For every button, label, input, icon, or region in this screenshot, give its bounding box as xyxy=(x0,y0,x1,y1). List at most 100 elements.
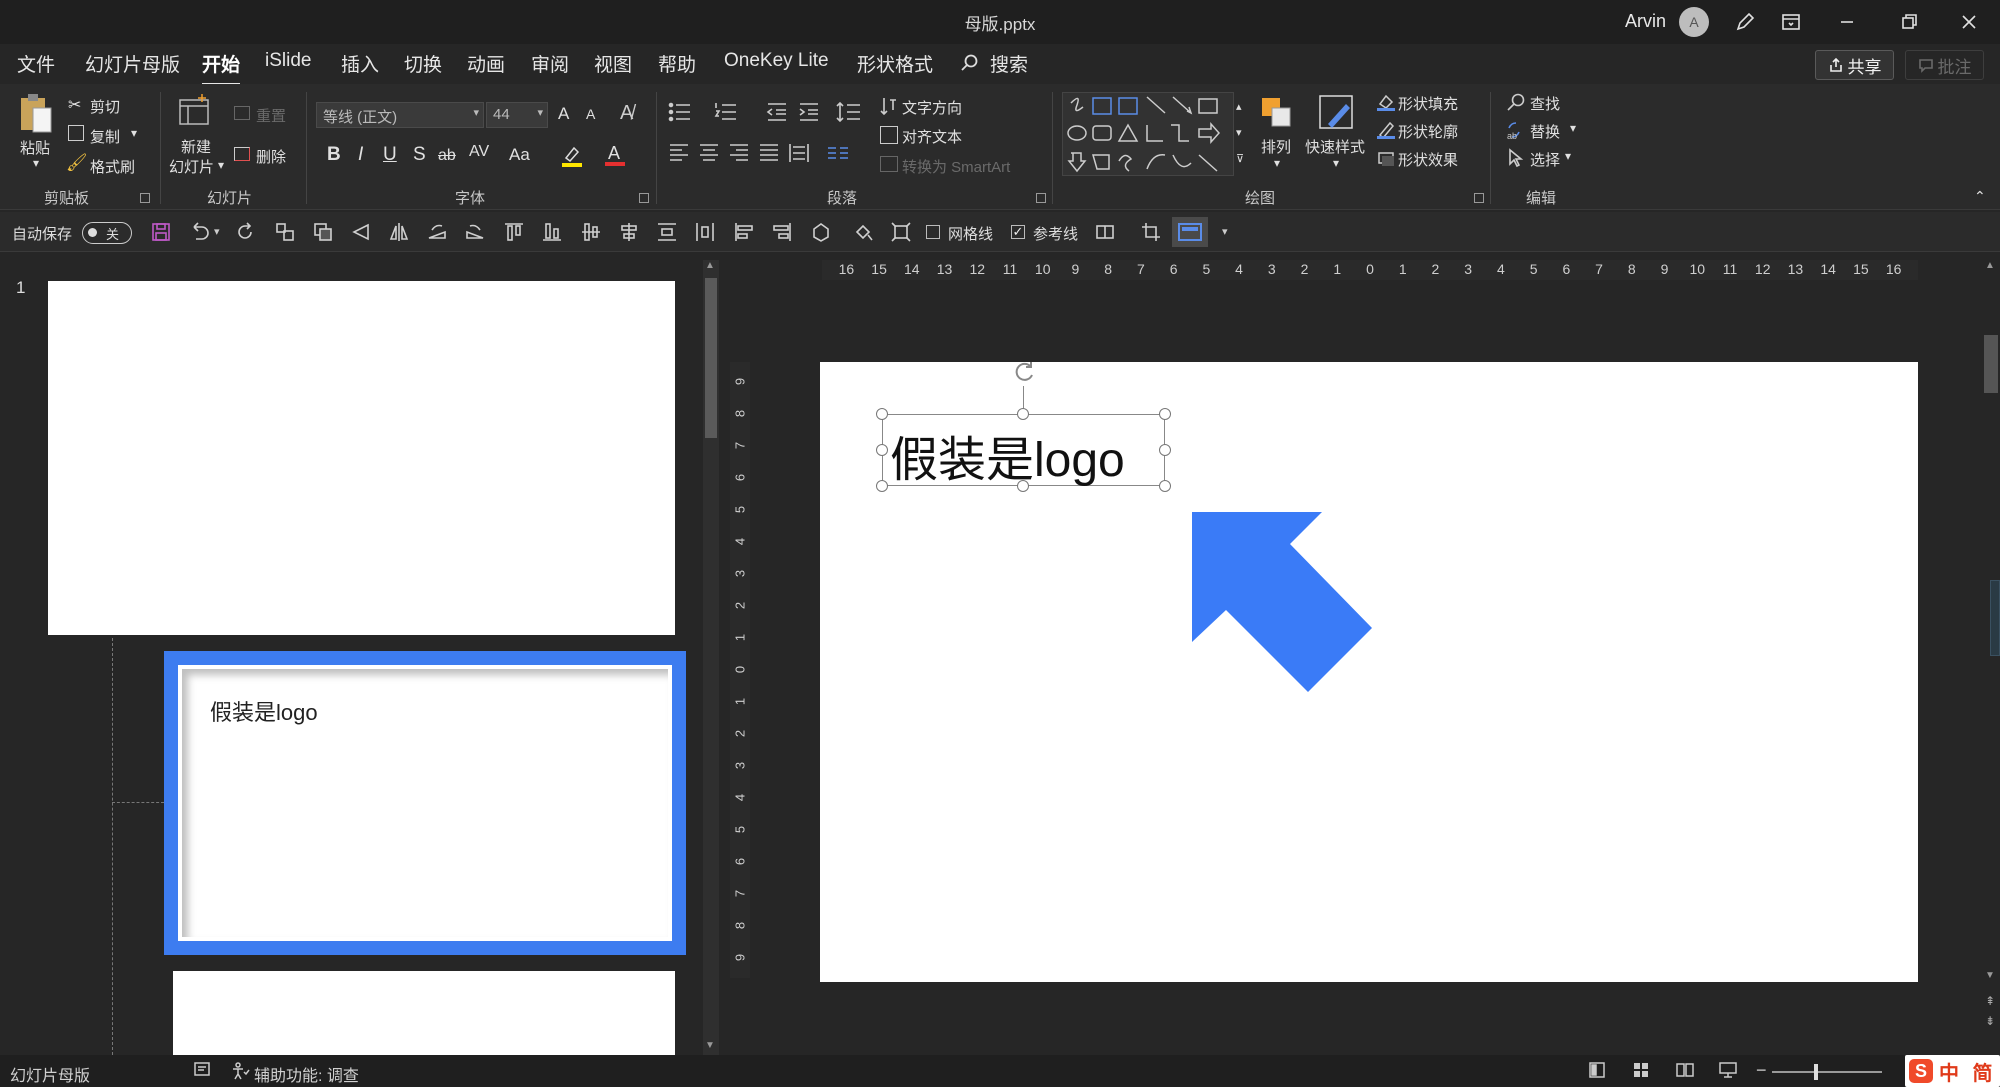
undo-icon[interactable] xyxy=(188,221,212,243)
tab-transitions[interactable]: 切换 xyxy=(404,50,442,77)
text-shadow-button[interactable]: S xyxy=(413,144,426,166)
columns-icon[interactable] xyxy=(826,144,854,167)
chevron-up-icon[interactable]: ▴ xyxy=(1236,100,1242,113)
bullets-icon[interactable] xyxy=(668,100,696,129)
crop-shape-icon[interactable] xyxy=(810,221,834,243)
chevron-down-icon[interactable]: ▾ xyxy=(214,225,220,238)
ime-indicator[interactable]: S 中 简 xyxy=(1905,1055,2000,1087)
crop-icon[interactable] xyxy=(1140,221,1164,243)
strikethrough-button[interactable]: ab xyxy=(438,147,456,165)
user-name[interactable]: Arvin xyxy=(1625,11,1666,32)
scroll-down-icon[interactable]: ▼ xyxy=(1985,970,1995,981)
new-slide-icon[interactable] xyxy=(176,92,214,130)
previous-slide-icon[interactable]: ⇞ xyxy=(1985,994,1995,1008)
more-shapes-icon[interactable]: ⊽ xyxy=(1236,152,1244,165)
gridlines-checkbox[interactable] xyxy=(926,225,940,239)
chevron-down-icon[interactable]: ▾ xyxy=(1236,126,1242,139)
copy-icon[interactable] xyxy=(68,125,84,141)
resize-handle-top-right[interactable] xyxy=(1159,408,1171,420)
align-left-icon[interactable] xyxy=(668,142,690,169)
resize-handle-top[interactable] xyxy=(1017,408,1029,420)
minimize-icon[interactable] xyxy=(1822,0,1872,44)
justify-icon[interactable] xyxy=(758,142,780,169)
chevron-down-icon[interactable]: ▾ xyxy=(33,156,39,170)
comment-button[interactable]: 批注 xyxy=(1905,50,1984,80)
rotate-left-icon[interactable] xyxy=(426,221,450,243)
cut-button[interactable]: 剪切 xyxy=(90,96,120,117)
find-button[interactable]: 查找 xyxy=(1530,93,1560,114)
font-name-combo[interactable]: 等线 (正文) ▾ xyxy=(316,102,484,128)
resize-handle-bottom-right[interactable] xyxy=(1159,480,1171,492)
align-center-horizontal-icon[interactable] xyxy=(618,221,642,243)
avatar[interactable]: A xyxy=(1679,7,1709,37)
clear-formatting-icon[interactable]: A̸ xyxy=(620,102,633,125)
align-middle-icon[interactable] xyxy=(580,221,604,243)
align-text-icon[interactable] xyxy=(880,126,898,144)
line-spacing-icon[interactable] xyxy=(836,100,864,129)
dialog-launcher-icon[interactable] xyxy=(639,193,649,203)
quick-styles-icon[interactable] xyxy=(1316,92,1358,134)
align-top-icon[interactable] xyxy=(503,221,527,243)
tab-insert[interactable]: 插入 xyxy=(341,50,379,77)
share-button[interactable]: 共享 xyxy=(1815,50,1894,80)
fill-icon[interactable] xyxy=(1376,92,1396,112)
align-right-objects-icon[interactable] xyxy=(771,221,795,243)
split-view-icon[interactable] xyxy=(1094,221,1118,243)
font-size-combo[interactable]: 44 ▾ xyxy=(486,102,548,128)
text-direction-button[interactable]: 文字方向 xyxy=(902,97,962,118)
tab-animations[interactable]: 动画 xyxy=(467,50,505,77)
dialog-launcher-icon[interactable] xyxy=(1036,193,1046,203)
chevron-down-icon[interactable]: ▾ xyxy=(1565,149,1571,163)
paste-icon[interactable] xyxy=(17,92,55,136)
rotate-right-icon[interactable] xyxy=(464,221,488,243)
numbering-icon[interactable] xyxy=(714,100,742,129)
shape-effects-button[interactable]: 形状效果 xyxy=(1398,149,1458,170)
restore-icon[interactable] xyxy=(1884,0,1934,44)
underline-button[interactable]: U xyxy=(383,144,397,166)
change-case-button[interactable]: Aa xyxy=(509,145,530,165)
thumbnail-master-slide[interactable] xyxy=(48,281,675,635)
resize-handle-right[interactable] xyxy=(1159,444,1171,456)
chevron-down-icon[interactable]: ▾ xyxy=(473,106,479,119)
new-slide-label-2[interactable]: 幻灯片 xyxy=(169,156,214,177)
scroll-up-icon[interactable]: ▲ xyxy=(705,260,715,271)
scroll-down-icon[interactable]: ▼ xyxy=(705,1040,715,1051)
shape-fill-button[interactable]: 形状填充 xyxy=(1398,93,1458,114)
outline-icon[interactable] xyxy=(1376,120,1396,140)
quick-styles-button[interactable]: 快速样式 xyxy=(1305,136,1365,157)
thumbnail-layout-next[interactable] xyxy=(173,971,675,1055)
chevron-down-icon[interactable]: ▾ xyxy=(131,126,137,140)
replace-button[interactable]: 替换 xyxy=(1530,121,1560,142)
align-right-icon[interactable] xyxy=(728,142,750,169)
ribbon-display-icon[interactable] xyxy=(1766,0,1816,44)
reading-view-icon[interactable] xyxy=(1675,1061,1695,1084)
next-slide-icon[interactable]: ⇟ xyxy=(1985,1014,1995,1028)
align-text-button[interactable]: 对齐文本 xyxy=(902,126,962,147)
tab-shape-format[interactable]: 形状格式 xyxy=(857,50,933,77)
font-color-icon[interactable]: A xyxy=(604,142,626,168)
group-objects-icon[interactable] xyxy=(274,221,298,243)
fill-bucket-icon[interactable] xyxy=(852,221,876,243)
format-painter-button[interactable]: 格式刷 xyxy=(90,156,135,177)
grow-font-button[interactable]: A xyxy=(558,104,569,124)
rotate-handle-icon[interactable] xyxy=(1011,359,1037,385)
effects-icon[interactable] xyxy=(1376,148,1396,168)
slideshow-icon[interactable] xyxy=(1718,1061,1738,1084)
paste-label[interactable]: 粘贴 xyxy=(20,137,50,158)
arrange-icon[interactable] xyxy=(1258,94,1296,134)
search-icon[interactable] xyxy=(960,53,980,78)
delete-slide-icon[interactable] xyxy=(234,147,250,161)
customize-toolbar-icon[interactable]: ▾ xyxy=(1222,225,1228,238)
zoom-slider-thumb[interactable] xyxy=(1814,1064,1818,1080)
decrease-indent-icon[interactable] xyxy=(766,102,788,127)
align-center-icon[interactable] xyxy=(698,142,720,169)
shape-outline-button[interactable]: 形状轮廓 xyxy=(1398,121,1458,142)
chevron-down-icon[interactable]: ▾ xyxy=(1570,121,1576,135)
zoom-out-icon[interactable]: − xyxy=(1756,1060,1767,1081)
mirror-icon[interactable] xyxy=(388,221,412,243)
select-button[interactable]: 选择 xyxy=(1530,149,1560,170)
find-icon[interactable] xyxy=(1506,92,1526,112)
chevron-down-icon[interactable]: ▾ xyxy=(537,106,543,119)
autosave-toggle[interactable]: 关 xyxy=(82,222,132,244)
chevron-down-icon[interactable]: ▾ xyxy=(1333,156,1339,170)
